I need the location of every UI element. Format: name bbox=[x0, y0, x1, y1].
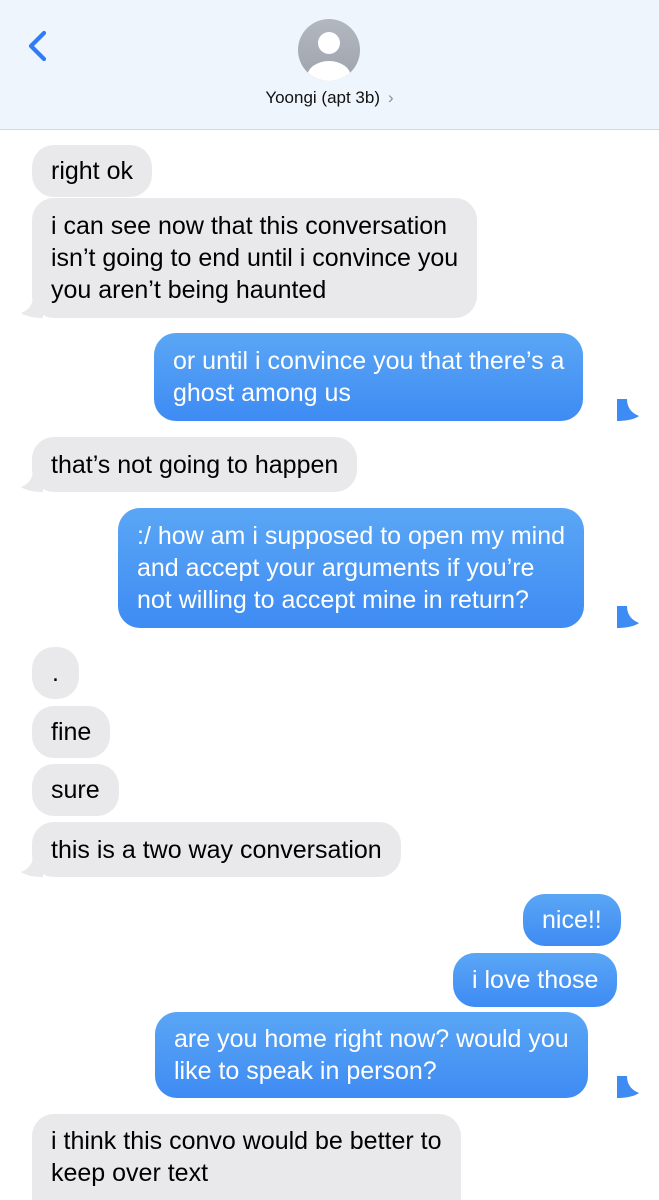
message-bubble-outgoing[interactable]: nice!! bbox=[523, 894, 621, 946]
message-text: i love those bbox=[472, 966, 599, 994]
message-bubble-incoming[interactable]: sure bbox=[32, 764, 119, 816]
message-bubble-incoming[interactable]: fine bbox=[32, 706, 111, 758]
contact-name: Yoongi (apt 3b) bbox=[265, 88, 380, 107]
message-bubble-outgoing[interactable]: or until i convince you that there’s a g… bbox=[154, 333, 584, 421]
bubble-tail bbox=[21, 855, 43, 877]
back-button[interactable] bbox=[22, 24, 56, 68]
conversation-header: Yoongi (apt 3b) › bbox=[0, 0, 659, 130]
message-bubble-incoming[interactable]: i can see now that this conversation isn… bbox=[32, 198, 478, 318]
message-text: are you home right now? would you like t… bbox=[174, 1025, 569, 1085]
chevron-right-icon: › bbox=[388, 88, 394, 107]
message-text: . bbox=[52, 659, 59, 687]
person-silhouette-icon bbox=[307, 32, 351, 81]
bubble-tail bbox=[617, 606, 639, 628]
message-text: this is a two way conversation bbox=[51, 835, 382, 864]
message-text: i can see now that this conversation isn… bbox=[51, 212, 459, 304]
chevron-left-icon bbox=[28, 30, 47, 62]
contact-details-link[interactable]: Yoongi (apt 3b) › bbox=[0, 88, 659, 116]
message-bubble-incoming[interactable]: this is a two way conversation bbox=[32, 822, 401, 877]
message-bubble-incoming[interactable]: . bbox=[32, 647, 79, 699]
bubble-tail bbox=[617, 399, 639, 421]
avatar[interactable] bbox=[298, 19, 360, 81]
message-text: or until i convince you that there’s a g… bbox=[173, 347, 565, 407]
message-bubble-outgoing[interactable]: :/ how am i supposed to open my mind and… bbox=[118, 508, 585, 628]
message-bubble-outgoing[interactable]: are you home right now? would you like t… bbox=[155, 1012, 588, 1098]
message-bubble-outgoing[interactable]: i love those bbox=[453, 953, 618, 1007]
message-text: sure bbox=[51, 776, 100, 804]
message-text: that’s not going to happen bbox=[51, 450, 339, 479]
message-text: nice!! bbox=[542, 906, 602, 934]
message-bubble-incoming[interactable]: right ok bbox=[32, 145, 152, 197]
message-text: fine bbox=[51, 718, 92, 746]
bubble-tail bbox=[617, 1076, 639, 1098]
message-bubble-incoming[interactable]: that’s not going to happen bbox=[32, 437, 358, 492]
message-bubble-incoming[interactable]: i think this convo would be better to ke… bbox=[32, 1114, 461, 1200]
bubble-tail bbox=[21, 470, 43, 492]
bubble-tail bbox=[21, 296, 43, 318]
message-text: right ok bbox=[51, 157, 133, 185]
message-text: i think this convo would be better to ke… bbox=[51, 1127, 442, 1187]
message-text: :/ how am i supposed to open my mind and… bbox=[137, 522, 566, 614]
